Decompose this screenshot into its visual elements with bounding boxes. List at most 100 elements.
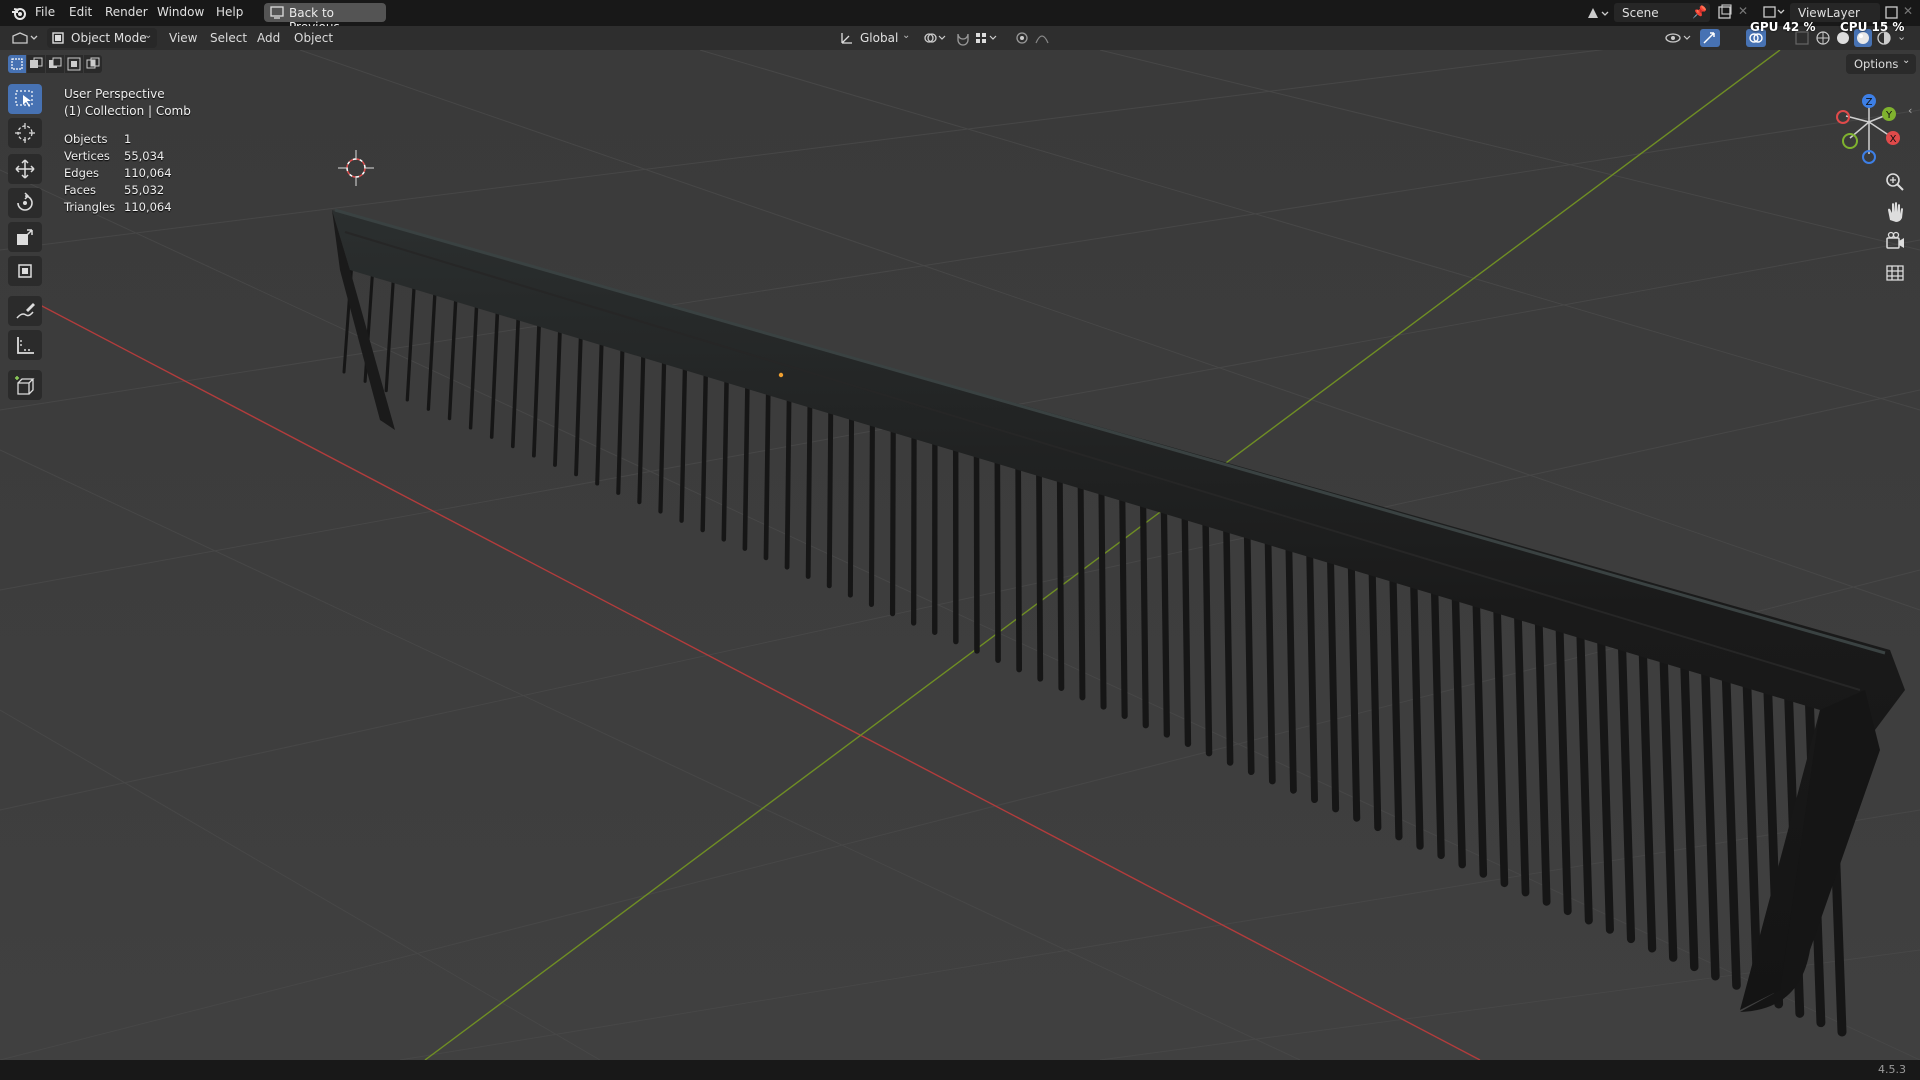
close-scene-icon[interactable]: ✕: [1738, 4, 1748, 18]
menu-window[interactable]: Window: [157, 5, 204, 19]
close-viewlayer-icon[interactable]: ✕: [1903, 4, 1913, 18]
stat-label: Objects: [64, 132, 108, 146]
comb-tooth: [994, 451, 1001, 663]
stat-label: Vertices: [64, 149, 110, 163]
scale-tool[interactable]: [8, 222, 42, 252]
orientation-icon: [840, 31, 854, 48]
options-dropdown[interactable]: Options ⌄: [1846, 54, 1916, 74]
comb-tooth: [1119, 488, 1128, 720]
menu-object[interactable]: Object: [294, 31, 333, 45]
comb-tooth: [784, 389, 792, 570]
back-icon: [270, 6, 284, 22]
chevron-down-icon: ⌄: [144, 30, 153, 41]
cursor-icon: [14, 122, 36, 147]
zoom-icon[interactable]: [1880, 168, 1910, 196]
pin-icon[interactable]: 📌: [1692, 5, 1707, 19]
comb-tooth: [1077, 475, 1086, 701]
select-intersect-icon[interactable]: [84, 55, 102, 73]
pivot-icon[interactable]: [922, 30, 948, 49]
stat-label: Faces: [64, 183, 96, 197]
menu-select[interactable]: Select: [210, 31, 247, 45]
new-scene-icon[interactable]: [1717, 4, 1733, 23]
annotate-tool[interactable]: [8, 296, 42, 326]
blender-logo-icon[interactable]: [10, 4, 28, 22]
measure-tool[interactable]: [8, 330, 42, 360]
transform-orientation-dropdown[interactable]: Global ⌄: [838, 28, 914, 48]
chevron-down-icon: ⌄: [902, 30, 911, 41]
grid-icon[interactable]: [1880, 258, 1910, 286]
comb-tooth: [742, 377, 750, 551]
proportional-edit-icon[interactable]: [1014, 30, 1060, 49]
stat-label: Edges: [64, 166, 99, 180]
options-label: Options: [1854, 57, 1899, 71]
snap-icon[interactable]: [955, 30, 1001, 49]
menu-view[interactable]: View: [169, 31, 197, 45]
stat-value: 110,064: [124, 200, 172, 214]
comb-tooth: [1243, 525, 1255, 776]
comb-tooth: [847, 408, 855, 598]
comb-tooth: [826, 402, 834, 589]
menu-render[interactable]: Render: [105, 5, 148, 19]
rotate-tool[interactable]: [8, 188, 42, 218]
status-bar: 4.5.3: [0, 1060, 1920, 1080]
comb-tooth: [1181, 506, 1192, 748]
object-mode-dropdown[interactable]: Object Mode ⌄: [47, 28, 157, 48]
comb-tooth: [805, 395, 813, 579]
gizmo-y-label: Y: [1885, 110, 1893, 121]
gizmo-z-label: Z: [1866, 97, 1873, 108]
select-box-tool[interactable]: [8, 84, 42, 114]
top-menu-bar: File Edit Render Window Help Back to Pre…: [0, 0, 1920, 34]
object-mode-label: Object Mode: [71, 31, 147, 45]
stat-value: 55,034: [124, 149, 165, 163]
3d-viewport[interactable]: Z Y X User Perspective (1) Collection | …: [0, 50, 1920, 1060]
select-invert-icon[interactable]: [65, 55, 83, 73]
measure-icon: [14, 334, 36, 359]
menu-file[interactable]: File: [35, 5, 55, 19]
transform-icon: [14, 260, 36, 285]
back-to-previous-button[interactable]: Back to Previous: [264, 3, 386, 34]
viewlayer-name: ViewLayer: [1798, 6, 1860, 20]
viewport-scene: Z Y X: [0, 50, 1920, 1060]
comb-tooth: [1056, 469, 1065, 691]
menu-edit[interactable]: Edit: [69, 5, 92, 19]
gizmo-toggle-icon[interactable]: [1700, 29, 1720, 47]
scene-icon[interactable]: [1585, 4, 1611, 25]
editor-type-icon[interactable]: [10, 30, 40, 49]
scene-name: Scene: [1622, 6, 1659, 20]
camera-icon[interactable]: [1880, 228, 1910, 256]
stat-value: 1: [124, 132, 132, 146]
add-cube-tool[interactable]: [8, 370, 42, 400]
sidebar-toggle-icon[interactable]: ‹: [1908, 104, 1912, 117]
cpu-usage: CPU 15 %: [1840, 20, 1905, 34]
comb-tooth: [1015, 457, 1023, 673]
select-subtract-icon[interactable]: [46, 55, 64, 73]
select-mode-group: [8, 55, 102, 73]
comb-tooth: [1160, 500, 1170, 738]
comb-tooth: [1285, 537, 1297, 794]
view-perspective-label: User Perspective: [64, 87, 165, 101]
menu-help[interactable]: Help: [216, 5, 243, 19]
scene-field[interactable]: Scene 📌: [1614, 3, 1710, 22]
select-box-icon: [14, 89, 36, 112]
scale-icon: [14, 226, 36, 251]
move-tool[interactable]: [8, 154, 42, 184]
comb-tooth: [1036, 463, 1044, 682]
object-origin: [778, 372, 784, 378]
menu-add[interactable]: Add: [257, 31, 280, 45]
comb-tooth: [1223, 519, 1234, 766]
stat-value: 55,032: [124, 183, 165, 197]
comb-tooth: [1264, 531, 1276, 785]
select-new-icon[interactable]: [8, 55, 26, 73]
wireframe-shading-icon[interactable]: [1815, 30, 1831, 49]
move-icon: [14, 158, 36, 183]
select-extend-icon[interactable]: [27, 55, 45, 73]
comb-tooth: [1202, 512, 1213, 757]
gizmo-x-label: X: [1890, 134, 1897, 145]
visibility-icon[interactable]: [1664, 30, 1694, 49]
transform-tool[interactable]: [8, 256, 42, 286]
rotate-icon: [14, 192, 36, 217]
chevron-down-icon: ⌄: [1902, 55, 1911, 66]
comb-tooth: [1139, 494, 1149, 729]
pan-hand-icon[interactable]: [1880, 198, 1910, 226]
cursor-tool[interactable]: [8, 118, 42, 148]
